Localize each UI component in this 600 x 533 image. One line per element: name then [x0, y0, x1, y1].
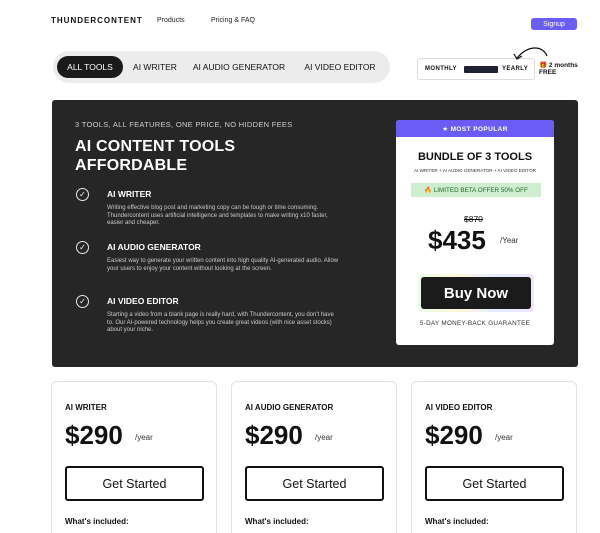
- card-title: AI AUDIO GENERATOR: [245, 403, 334, 412]
- tab-all-tools[interactable]: ALL TOOLS: [57, 56, 123, 78]
- tab-ai-audio-generator[interactable]: AI AUDIO GENERATOR: [187, 56, 291, 78]
- curved-arrow-icon: [513, 47, 548, 60]
- check-circle-icon: ✓: [76, 241, 89, 254]
- whats-included-heading: What's included:: [65, 517, 129, 526]
- bundle-title: BUNDLE OF 3 TOOLS: [417, 151, 533, 163]
- feature-description: Starting a video from a blank page is re…: [107, 312, 334, 333]
- promo-line-2: FREE: [539, 69, 557, 76]
- promo-note: 🎁 2 months FREE: [539, 62, 578, 76]
- feature-description: Writing effective blog post and marketin…: [107, 205, 328, 226]
- billing-switch[interactable]: [464, 66, 498, 73]
- billing-yearly-label[interactable]: YEARLY: [502, 66, 528, 72]
- check-circle-icon: ✓: [76, 295, 89, 308]
- card-price-period: /year: [135, 433, 153, 442]
- whats-included-heading: What's included:: [245, 517, 309, 526]
- gift-icon: 🎁: [539, 62, 548, 69]
- nav-link-products[interactable]: Products: [157, 17, 185, 24]
- hero-title: AI CONTENT TOOLS AFFORDABLE: [75, 138, 236, 174]
- feature-title: AI VIDEO EDITOR: [107, 296, 179, 306]
- nav-link-pricing[interactable]: Pricing & FAQ: [211, 17, 255, 24]
- tab-ai-video-editor[interactable]: AI VIDEO EDITOR: [295, 56, 385, 78]
- signup-button[interactable]: Signup: [531, 18, 577, 30]
- card-price: $290: [65, 420, 123, 450]
- beta-offer-badge: 🔥 LIMITED BETA OFFER 50% OFF: [411, 183, 541, 197]
- tab-ai-writer[interactable]: AI WRITER: [127, 56, 183, 78]
- old-price: $870: [464, 214, 483, 224]
- get-started-button[interactable]: Get Started: [65, 466, 204, 501]
- feature-title: AI AUDIO GENERATOR: [107, 242, 201, 252]
- card-title: AI WRITER: [65, 403, 107, 412]
- top-nav: THUNDERCONTENT Products Pricing & FAQ Si…: [0, 0, 600, 44]
- money-back-guarantee: 5-DAY MONEY-BACK GUARANTEE: [419, 320, 531, 327]
- whats-included-heading: What's included:: [425, 517, 489, 526]
- pricing-card-ai-video-editor: AI VIDEO EDITOR $290 /year Get Started W…: [411, 381, 577, 533]
- brand-logo[interactable]: THUNDERCONTENT: [51, 16, 143, 25]
- bundle-card: ★ MOST POPULAR BUNDLE OF 3 TOOLS AI WRIT…: [396, 120, 554, 345]
- hero-panel: 3 TOOLS, ALL FEATURES, ONE PRICE, NO HID…: [52, 100, 578, 367]
- get-started-button[interactable]: Get Started: [425, 466, 564, 501]
- product-tabs: ALL TOOLS AI WRITER AI AUDIO GENERATOR A…: [53, 51, 390, 83]
- billing-monthly-label[interactable]: MONTHLY: [425, 66, 457, 72]
- card-title: AI VIDEO EDITOR: [425, 403, 493, 412]
- buy-now-button[interactable]: Buy Now: [421, 277, 531, 309]
- promo-line-1: 2 months: [548, 62, 578, 69]
- pricing-card-ai-writer: AI WRITER $290 /year Get Started What's …: [51, 381, 217, 533]
- bundle-price-period: /Year: [500, 236, 519, 245]
- feature-description: Easiest way to generate your written con…: [107, 258, 339, 272]
- card-price-period: /year: [315, 433, 333, 442]
- card-price: $290: [245, 420, 303, 450]
- get-started-button[interactable]: Get Started: [245, 466, 384, 501]
- bundle-price: $435: [428, 225, 486, 255]
- bundle-subtitle: AI WRITER + AI AUDIO GENERATOR + AI VIDE…: [413, 168, 536, 173]
- feature-title: AI WRITER: [107, 189, 152, 199]
- pricing-card-ai-audio-generator: AI AUDIO GENERATOR $290 /year Get Starte…: [231, 381, 397, 533]
- check-circle-icon: ✓: [76, 188, 89, 201]
- most-popular-badge: ★ MOST POPULAR: [396, 120, 554, 137]
- hero-tagline: 3 TOOLS, ALL FEATURES, ONE PRICE, NO HID…: [75, 120, 293, 129]
- card-price: $290: [425, 420, 483, 450]
- card-price-period: /year: [495, 433, 513, 442]
